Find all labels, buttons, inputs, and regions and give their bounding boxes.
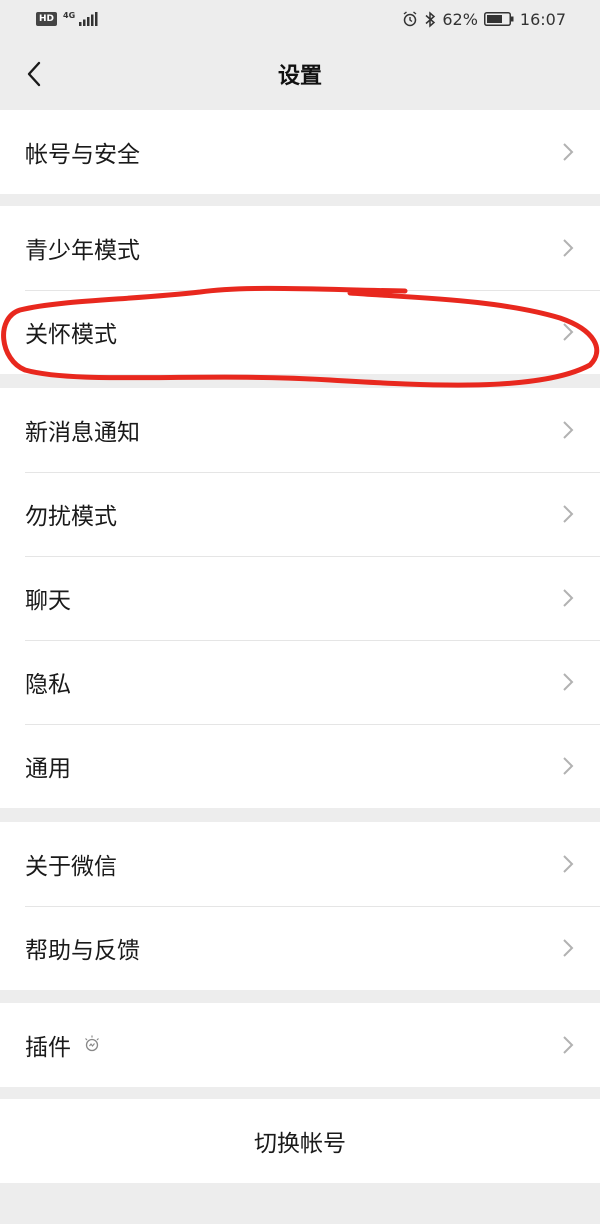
settings-group-switch-account: 切换帐号 — [0, 1099, 600, 1183]
network-type: 4G — [63, 11, 76, 20]
chevron-right-icon — [563, 421, 574, 439]
settings-group-modes: 青少年模式 关怀模式 — [0, 206, 600, 374]
settings-group-plugins: 插件 — [0, 1003, 600, 1087]
battery-percent: 62% — [442, 9, 478, 29]
alarm-icon — [403, 11, 417, 27]
settings-item-label: 通用 — [25, 756, 71, 782]
chevron-right-icon — [563, 505, 574, 523]
hd-badge: HD — [36, 12, 58, 26]
settings-item-plugins[interactable]: 插件 — [0, 1003, 600, 1087]
settings-item-label: 聊天 — [25, 588, 71, 614]
back-button[interactable] — [18, 56, 50, 92]
bluetooth-icon — [425, 10, 436, 28]
chevron-right-icon — [563, 323, 574, 341]
back-arrow-icon — [27, 61, 41, 87]
plugins-label-text: 插件 — [25, 1035, 71, 1061]
chevron-right-icon — [563, 1036, 574, 1054]
settings-item-privacy[interactable]: 隐私 — [0, 640, 600, 724]
settings-item-general[interactable]: 通用 — [0, 724, 600, 808]
chevron-right-icon — [563, 143, 574, 161]
status-left: HD 4G — [36, 12, 98, 26]
settings-item-label: 关怀模式 — [25, 322, 117, 348]
chevron-right-icon — [563, 239, 574, 257]
settings-item-label: 帮助与反馈 — [25, 938, 140, 964]
settings-item-label: 帐号与安全 — [25, 142, 140, 168]
settings-item-label: 青少年模式 — [25, 238, 140, 264]
chevron-right-icon — [563, 589, 574, 607]
chevron-right-icon — [563, 939, 574, 957]
settings-item-care-mode[interactable]: 关怀模式 — [0, 290, 600, 374]
chevron-right-icon — [563, 855, 574, 873]
chevron-right-icon — [563, 673, 574, 691]
nav-bar: 设置 — [0, 38, 600, 110]
settings-item-label: 勿扰模式 — [25, 504, 117, 530]
lightbulb-icon — [85, 1035, 99, 1052]
settings-item-account-security[interactable]: 帐号与安全 — [0, 110, 600, 194]
settings-item-notifications[interactable]: 新消息通知 — [0, 388, 600, 472]
settings-item-do-not-disturb[interactable]: 勿扰模式 — [0, 472, 600, 556]
settings-group-general: 新消息通知 勿扰模式 聊天 隐私 通用 — [0, 388, 600, 808]
battery-icon — [483, 12, 514, 26]
settings-item-teen-mode[interactable]: 青少年模式 — [0, 206, 600, 290]
chevron-right-icon — [563, 757, 574, 775]
page-title: 设置 — [277, 64, 322, 89]
settings-item-label: 插件 — [25, 1028, 101, 1062]
settings-item-label: 新消息通知 — [25, 420, 140, 446]
signal-icon — [79, 12, 98, 26]
settings-group-about: 关于微信 帮助与反馈 — [0, 822, 600, 990]
settings-item-label: 隐私 — [25, 672, 71, 698]
settings-item-chat[interactable]: 聊天 — [0, 556, 600, 640]
settings-item-help-feedback[interactable]: 帮助与反馈 — [0, 906, 600, 990]
status-right: 62% 16:07 — [402, 10, 566, 29]
settings-item-about-wechat[interactable]: 关于微信 — [0, 822, 600, 906]
settings-group-account: 帐号与安全 — [0, 110, 600, 194]
switch-account-button[interactable]: 切换帐号 — [0, 1099, 600, 1183]
clock: 16:07 — [519, 9, 566, 29]
settings-item-label: 关于微信 — [25, 854, 117, 880]
status-bar: HD 4G 62% 16:07 — [0, 0, 600, 38]
